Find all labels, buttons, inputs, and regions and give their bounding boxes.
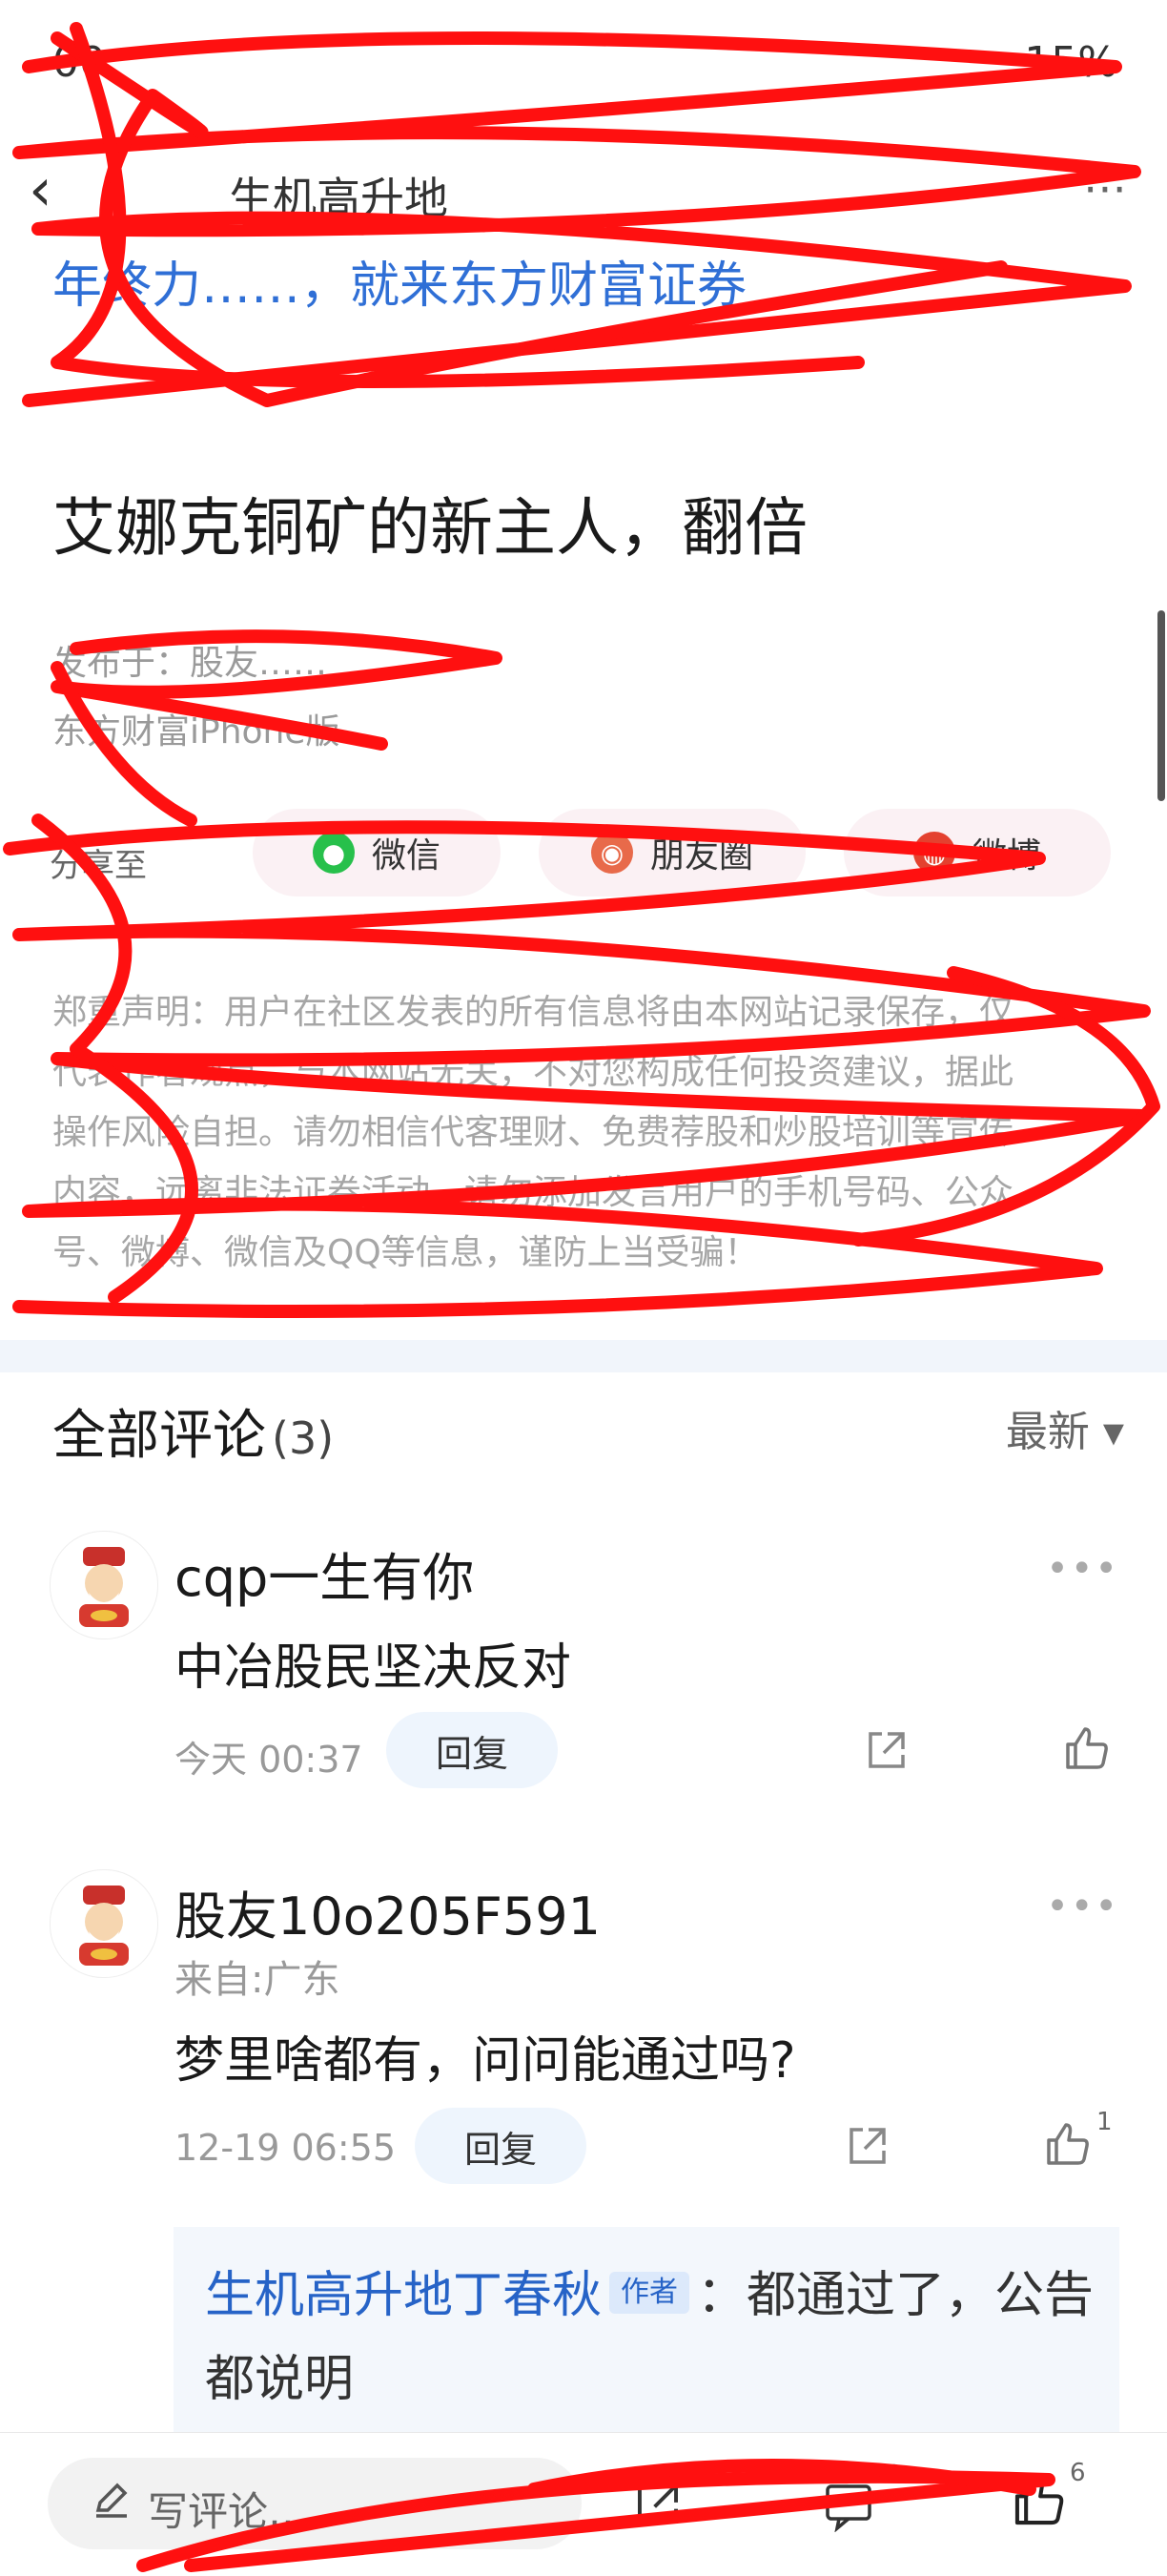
disclaimer-line: 号、微博、微信及QQ等信息，谨防上当受骗！ (52, 1233, 759, 1272)
section-divider (0, 1340, 1167, 1372)
disclaimer-line: 代表作者观点，与本网站无关，不对您构成任何投资建议，据此 (52, 1053, 1014, 1092)
status-time: 00 (52, 38, 106, 87)
pencil-icon (91, 2478, 133, 2524)
share-wechat-label: 微信 (371, 836, 440, 876)
weibo-icon: ◍ (912, 832, 955, 874)
moments-icon: ◉ (590, 832, 633, 874)
disclaimer-line: 内容，远离非法证券活动。请勿添加发言用户的手机号码、公众 (52, 1173, 1014, 1212)
comment-count: 3 (887, 2461, 903, 2489)
comment-more-icon[interactable]: ••• (1046, 1547, 1119, 1591)
comment-username[interactable]: cqp一生有你 (174, 1535, 474, 1611)
comment-location: 来自:广东 (174, 1958, 340, 2002)
share-label: 分享至 (50, 847, 147, 885)
sort-dropdown[interactable]: 最新 ▾ (1006, 1397, 1124, 1458)
comments-count: (3) (272, 1412, 335, 1464)
redaction-scribble-overlay (3, 22, 1160, 2572)
author-name[interactable]: 生机高升地丁春秋 (205, 2267, 602, 2324)
reply-button[interactable]: 回复 (386, 1712, 558, 1788)
comment-text: 梦里啥都有，问问能通过吗? (174, 2032, 796, 2090)
share-wechat-button[interactable]: ● 微信 (253, 809, 501, 896)
status-bar: 00 15% (0, 0, 1167, 134)
avatar[interactable] (50, 1531, 158, 1639)
share-moments-label: 朋友圈 (649, 836, 753, 876)
caishen-avatar-icon (79, 1547, 129, 1627)
wechat-icon: ● (312, 832, 355, 874)
share-out-icon[interactable] (629, 2475, 686, 2532)
share-weibo-label: 微博 (972, 836, 1041, 876)
article-publisher: 发布于：股友…… (52, 644, 328, 683)
reply-button[interactable]: 回复 (415, 2108, 586, 2184)
article-title: 艾娜克铜矿的新主人，翻倍 (52, 491, 808, 565)
promo-banner[interactable]: 年终力……，就来东方财富证券 (52, 248, 1120, 324)
article-source: 东方财富iPhone版 (52, 712, 340, 752)
share-moments-button[interactable]: ◉ 朋友圈 (539, 809, 806, 896)
thumbs-up-icon[interactable] (1058, 1720, 1116, 1777)
nav-title: 生机高升地 (229, 173, 448, 224)
comment-time: 今天 00:37 (174, 1739, 363, 1781)
more-dots-icon[interactable]: ⋯ (1083, 162, 1129, 214)
thumbs-up-icon[interactable] (1039, 2115, 1096, 2173)
caishen-avatar-icon (79, 1886, 129, 1966)
author-reply: 生机高升地丁春秋 作者 ：都通过了，公告都说明 (205, 2254, 1111, 2421)
comment-time: 12-19 06:55 (174, 2127, 397, 2169)
disclaimer-line: 操作风险自担。请勿相信代客理财、免费荐股和炒股培训等宣传 (52, 1113, 1014, 1152)
comment-username[interactable]: 股友10o205F591 (174, 1874, 601, 1949)
comments-header: 全部评论 (3) (52, 1392, 334, 1470)
comment-text: 中冶股民坚决反对 (174, 1639, 572, 1697)
comment-icon[interactable] (820, 2477, 877, 2534)
share-weibo-button[interactable]: ◍ 微博 (844, 809, 1111, 896)
avatar[interactable] (50, 1869, 158, 1978)
write-comment-placeholder: 写评论… (148, 2488, 309, 2535)
like-count: 6 (1070, 2459, 1086, 2487)
chevron-left-icon[interactable]: ‹ (29, 155, 52, 224)
disclaimer-line: 郑重声明：用户在社区发表的所有信息将由本网站记录保存，仅 (52, 993, 1014, 1032)
author-badge: 作者 (609, 2272, 690, 2314)
share-row: 分享至 ● 微信 ◉ 朋友圈 ◍ 微博 (0, 801, 1167, 906)
scrollbar[interactable] (1157, 610, 1165, 801)
disclaimer-text: 郑重声明：用户在社区发表的所有信息将由本网站记录保存，仅 代表作者观点，与本网站… (52, 982, 1116, 1283)
comment-more-icon[interactable]: ••• (1046, 1885, 1119, 1928)
nav-bar: ‹ 生机高升地 ⋯ (0, 134, 1167, 248)
thumbs-up-icon[interactable] (1011, 2472, 1068, 2529)
battery-level: 15% (1024, 38, 1117, 87)
comments-title: 全部评论 (52, 1405, 266, 1467)
share-out-icon[interactable] (839, 2117, 896, 2174)
like-count: 1 (1096, 2108, 1113, 2136)
share-out-icon[interactable] (858, 1721, 915, 1779)
